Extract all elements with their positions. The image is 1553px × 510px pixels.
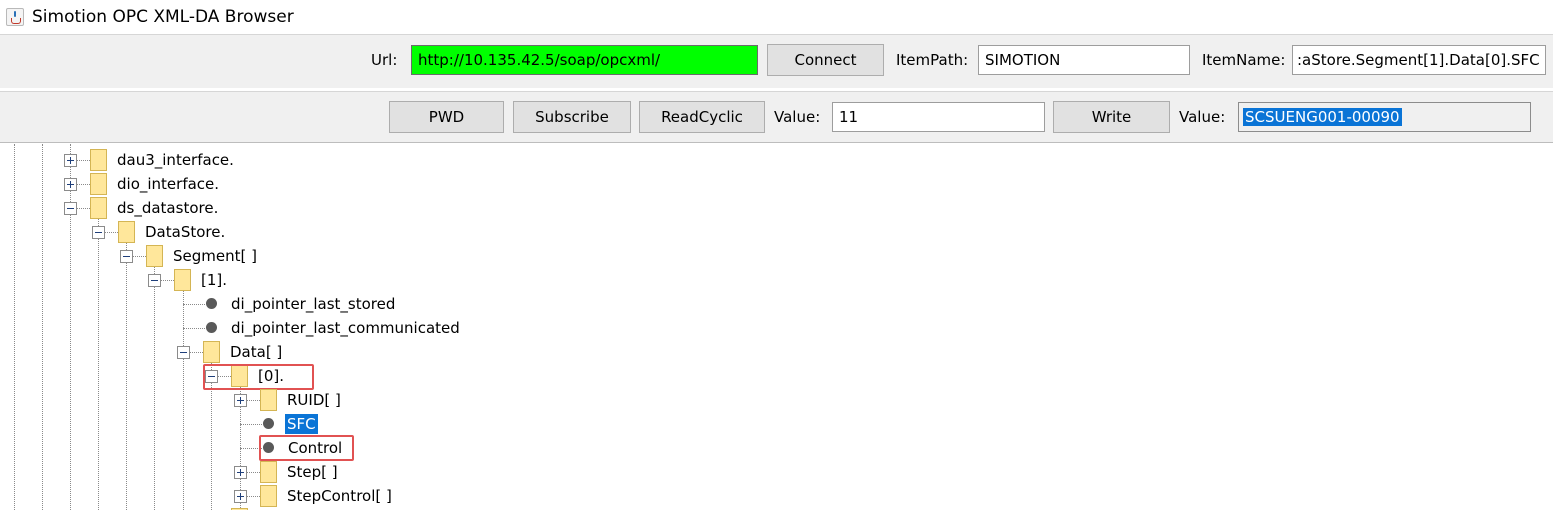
tree-connector [183, 328, 205, 329]
title-bar: Simotion OPC XML-DA Browser [0, 0, 1553, 34]
tree-guide-line [126, 240, 127, 510]
tree-guide-line [154, 264, 155, 510]
value-label: Value: [774, 108, 821, 126]
folder-icon [90, 197, 107, 219]
collapse-toggle[interactable] [148, 274, 161, 287]
variable-leaf-icon [263, 418, 274, 429]
tree-guide-line [14, 144, 15, 510]
value-output-label: Value: [1179, 108, 1226, 126]
tree-node-label[interactable]: dau3_interface. [117, 150, 234, 170]
tree-node-label[interactable]: DataStore. [145, 222, 225, 242]
value-input[interactable]: 11 [832, 102, 1045, 132]
tree-node-label[interactable]: StepControl[ ] [287, 486, 392, 506]
expand-toggle[interactable] [234, 394, 247, 407]
tree-node-label-selected[interactable]: SFC [285, 414, 318, 434]
itemname-value: :aStore.Segment[1].Data[0].SFC [1297, 51, 1540, 69]
folder-icon [174, 269, 191, 291]
tree-guide-line [42, 144, 43, 510]
tree-guide-line [98, 216, 99, 510]
variable-leaf-icon [206, 298, 217, 309]
tree-node-label[interactable]: Step[ ] [287, 462, 338, 482]
expand-toggle[interactable] [234, 466, 247, 479]
expand-toggle[interactable] [64, 178, 77, 191]
value-output-field[interactable]: SCSUENG001-00090 [1238, 102, 1531, 132]
collapse-toggle[interactable] [92, 226, 105, 239]
url-input[interactable]: http://10.135.42.5/soap/opcxml/ [411, 45, 758, 75]
url-value: http://10.135.42.5/soap/opcxml/ [418, 51, 661, 69]
highlight-box [259, 435, 354, 461]
itemname-input[interactable]: :aStore.Segment[1].Data[0].SFC [1292, 45, 1546, 75]
itemname-label: ItemName: [1202, 51, 1286, 69]
pwd-button[interactable]: PWD [389, 101, 504, 133]
tree-node-label[interactable]: Data[ ] [230, 342, 282, 362]
tree-node-label[interactable]: Segment[ ] [173, 246, 257, 266]
subscribe-button[interactable]: Subscribe [513, 101, 631, 133]
connect-button[interactable]: Connect [767, 44, 884, 76]
folder-icon [146, 245, 163, 267]
tree-node-label[interactable]: [1]. [201, 270, 227, 290]
itempath-value: SIMOTION [985, 51, 1061, 69]
variable-leaf-icon [206, 322, 217, 333]
write-button[interactable]: Write [1053, 101, 1170, 133]
action-toolbar: PWD Subscribe ReadCyclic Value: 11 Write… [0, 91, 1553, 143]
tree-guide-line [183, 288, 184, 510]
tree-node-label[interactable]: dio_interface. [117, 174, 219, 194]
itempath-label: ItemPath: [896, 51, 969, 69]
expand-toggle[interactable] [234, 490, 247, 503]
tree-node-label[interactable]: ds_datastore. [117, 198, 218, 218]
folder-icon [203, 341, 220, 363]
tree-node-label[interactable]: di_pointer_last_communicated [231, 318, 460, 338]
java-coffee-cup-icon [6, 8, 24, 26]
value-output-text: SCSUENG001-00090 [1243, 108, 1402, 126]
collapse-toggle[interactable] [177, 346, 190, 359]
readcyclic-button[interactable]: ReadCyclic [639, 101, 765, 133]
window-title: Simotion OPC XML-DA Browser [32, 7, 294, 27]
folder-icon [260, 461, 277, 483]
folder-icon [90, 173, 107, 195]
connection-toolbar: Url: http://10.135.42.5/soap/opcxml/ Con… [0, 34, 1553, 88]
tree-guide-line [70, 144, 71, 510]
folder-icon [118, 221, 135, 243]
collapse-toggle[interactable] [64, 202, 77, 215]
tree-connector [240, 424, 262, 425]
itempath-input[interactable]: SIMOTION [978, 45, 1190, 75]
value-input-text: 11 [839, 108, 859, 126]
url-label: Url: [371, 51, 398, 69]
folder-icon [260, 485, 277, 507]
tree-node-label[interactable]: di_pointer_last_stored [231, 294, 395, 314]
highlight-box [203, 364, 314, 390]
expand-toggle[interactable] [64, 154, 77, 167]
tree-node-label[interactable]: RUID[ ] [287, 390, 341, 410]
folder-icon [260, 389, 277, 411]
opc-item-tree[interactable]: dau3_interface. dio_interface. ds_datast… [0, 144, 1553, 510]
tree-connector [183, 304, 205, 305]
collapse-toggle[interactable] [120, 250, 133, 263]
folder-icon [90, 149, 107, 171]
